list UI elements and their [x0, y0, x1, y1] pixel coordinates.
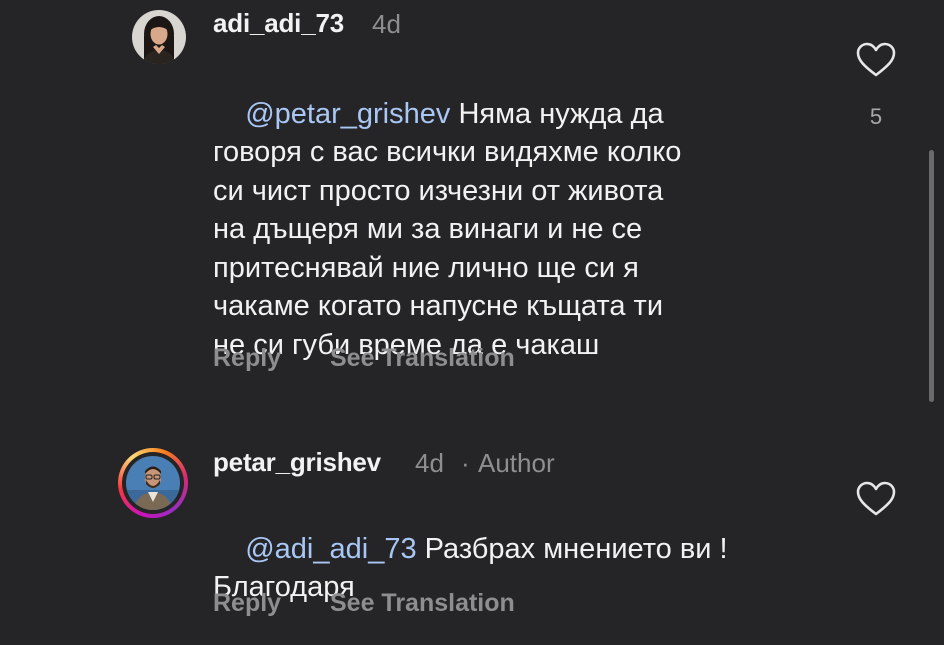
comment-username[interactable]: adi_adi_73: [213, 8, 344, 39]
reply-button[interactable]: Reply: [213, 589, 281, 618]
comment-line: на дъщеря ми за винаги и не се: [213, 213, 643, 245]
heart-outline-icon[interactable]: [856, 481, 896, 517]
author-badge: Author: [478, 448, 555, 478]
meta-separator: ·: [461, 448, 470, 478]
see-translation-button[interactable]: See Translation: [330, 344, 515, 373]
comment-time: 4d: [415, 448, 444, 478]
avatar: [126, 456, 180, 510]
like-count: 5: [869, 104, 883, 129]
comment-item: adi_adi_73 4d @petar_grishev Няма нужда …: [0, 0, 944, 400]
comment-text: @adi_adi_73 Разбрах мнението ви ! Благода…: [213, 491, 728, 645]
see-translation-button[interactable]: See Translation: [330, 589, 515, 618]
avatar[interactable]: [132, 10, 186, 64]
comment-line: притеснявай ние лично ще си я: [213, 251, 639, 284]
comment-line: си чист просто изчезни от живота: [213, 174, 664, 207]
comment-line: Разбрах мнението ви !: [424, 532, 728, 565]
profile-photo-icon: [126, 456, 180, 510]
comment-line: Няма нужда да: [458, 97, 664, 130]
reply-button[interactable]: Reply: [213, 344, 281, 373]
comment-line: говоря с вас всички видяхме колко: [213, 136, 682, 168]
scrollbar[interactable]: [929, 150, 934, 402]
profile-photo-icon: [132, 10, 186, 64]
comment-username[interactable]: petar_grishev: [213, 447, 381, 478]
comment-item: petar_grishev 4d · Author @adi_adi_73 Ра…: [0, 400, 944, 630]
story-ring[interactable]: [118, 448, 188, 518]
comment-line: чакаме когато напусне къщата ти: [213, 290, 664, 322]
heart-outline-icon[interactable]: [856, 42, 896, 78]
mention-link[interactable]: @adi_adi_73: [245, 533, 416, 565]
mention-link[interactable]: @petar_grishev: [245, 98, 450, 130]
comment-time: 4d: [372, 9, 401, 39]
